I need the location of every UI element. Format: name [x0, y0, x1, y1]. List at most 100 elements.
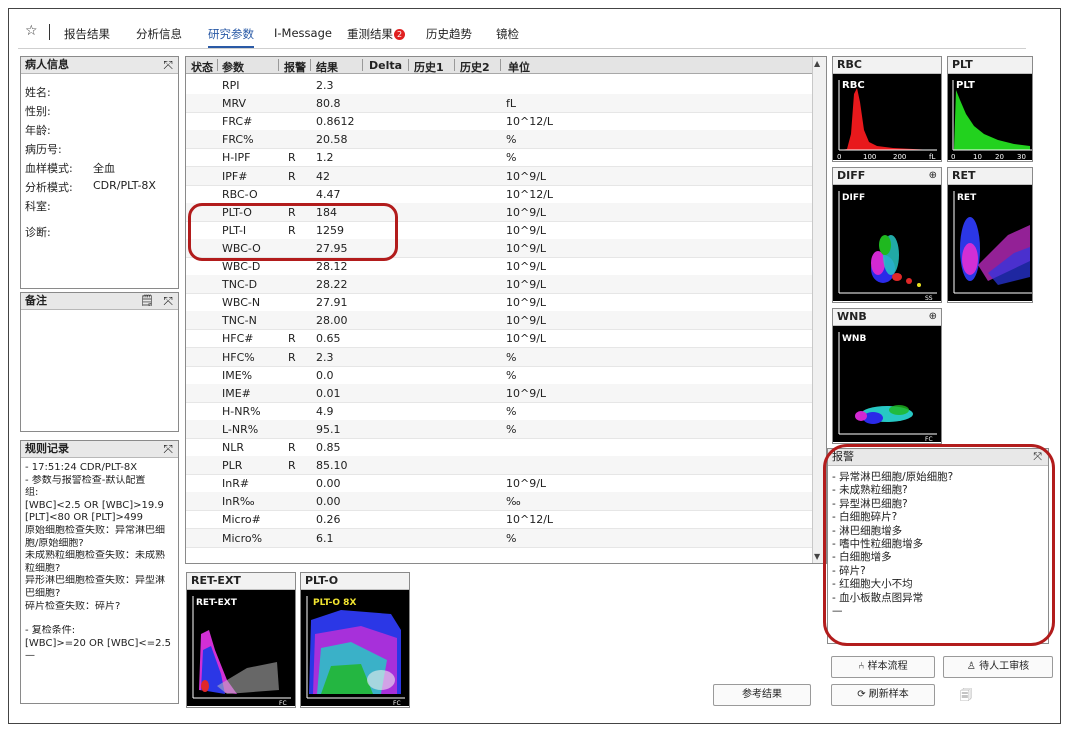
col-delta[interactable]: Delta — [369, 59, 402, 72]
plt-tick: 20 — [995, 153, 1004, 160]
table-row[interactable]: InR‰ 0.00 ‰ — [186, 492, 812, 512]
col-unit[interactable]: 单位 — [508, 59, 530, 75]
sample-flow-button[interactable]: ⑃ 样本流程 — [831, 656, 935, 678]
notes-textarea[interactable] — [21, 310, 178, 431]
rule-line — [25, 613, 174, 625]
rule-line: [WBC]<2.5 OR [WBC]>19.9 — [25, 499, 164, 511]
expand-icon[interactable]: ⤧ — [163, 441, 173, 457]
expand-icon[interactable]: ⤧ — [163, 57, 173, 73]
expand-icon[interactable]: ⤧ — [163, 293, 173, 309]
plt-histogram-panel[interactable]: PLT PLT 0 10 20 30 — [947, 56, 1033, 162]
refresh-sample-button[interactable]: ⟳ 刷新样本 — [831, 684, 935, 706]
table-row[interactable]: Micro% 6.1% — [186, 528, 812, 548]
plt-o-scattergram-panel[interactable]: PLT-O PLT-O 8X FC — [300, 572, 410, 708]
rule-line: 碎片检查失败：碎片? — [25, 600, 121, 612]
col-history1[interactable]: 历史1 — [414, 59, 444, 75]
tab-research-params[interactable]: 研究参数 — [208, 26, 254, 48]
result-cell: 28.22 — [316, 278, 348, 292]
table-row[interactable]: L-NR% 95.1% — [186, 419, 812, 439]
tab-history-trend[interactable]: 历史趋势 — [426, 26, 472, 42]
favorite-star-icon[interactable]: ☆ — [25, 23, 38, 39]
table-row[interactable]: InR# 0.00 10^9/L — [186, 474, 812, 494]
table-row[interactable]: IME% 0.0% — [186, 366, 812, 385]
table-row[interactable]: PLT-I R 1259 10^9/L — [186, 221, 812, 240]
col-result[interactable]: 结果 — [316, 59, 338, 75]
unit-cell: 10^12/L — [506, 187, 554, 201]
rule-line: - 17:51:24 CDR/PLT-8X — [25, 462, 138, 473]
table-row[interactable]: MRV 80.8 fL — [186, 94, 812, 114]
scroll-up-icon[interactable]: ▲ — [814, 59, 820, 68]
rbc-tick: 100 — [863, 153, 876, 160]
table-row[interactable]: TNC-N 28.00 10^9/L — [186, 311, 812, 331]
result-cell: 0.00 — [316, 477, 341, 491]
result-cell: 6.1 — [316, 531, 334, 545]
ret-ext-scattergram-panel[interactable]: RET-EXT RET-EXT FC — [186, 572, 296, 708]
col-history2[interactable]: 历史2 — [460, 59, 490, 75]
field-diagnosis: 诊断: — [25, 224, 51, 240]
clipboard-icon[interactable]: 🗐 — [960, 686, 972, 707]
research-params-table: 状态 参数 报警 结果 Delta 历史1 历史2 单位 RPI 2.3 MRV 80… — [185, 56, 827, 564]
table-row[interactable]: RPI 2.3 — [186, 76, 812, 96]
table-row[interactable]: WBC-D 28.12 10^9/L — [186, 257, 812, 277]
wnb-inner-label: WNB — [842, 334, 866, 344]
wnb-scattergram-panel[interactable]: WNB ⊕ WNB FC — [832, 308, 942, 444]
reference-results-button[interactable]: 参考结果 — [713, 684, 811, 706]
field-analysis-mode: 分析模式: CDR/PLT-8X — [25, 179, 156, 195]
patient-info-header: 病人信息 ⤧ — [21, 57, 178, 74]
patient-info-panel: 病人信息 ⤧ 姓名: 性别: 年龄: 病历号: 血样模式: 全血 分析模式: CDR… — [20, 56, 179, 289]
diff-scattergram-panel[interactable]: DIFF ⊕ DIFF SS — [832, 167, 942, 303]
table-row[interactable]: IPF# R 42 10^9/L — [186, 166, 812, 186]
ret-scattergram-panel[interactable]: RET RET — [947, 167, 1033, 303]
alarm-item: - 淋巴细胞增多 — [832, 524, 903, 537]
table-row[interactable]: FRC# 0.8612 10^12/L — [186, 112, 812, 132]
manual-review-button[interactable]: ♙ 待人工审核 — [943, 656, 1053, 678]
plt-o-axis-label: FC — [393, 700, 401, 706]
table-row[interactable]: PLR R 85.10 — [186, 456, 812, 476]
field-label: 姓名: — [25, 86, 51, 99]
rbc-tick: 200 — [893, 153, 906, 160]
table-row[interactable]: H-NR% 4.9% — [186, 402, 812, 421]
notes-panel: 备注 🗒 ⤧ — [20, 292, 179, 432]
user-icon: ♙ — [966, 661, 980, 672]
param-cell: PLT-O — [222, 205, 252, 219]
table-row[interactable]: HFC% R 2.3% — [186, 347, 812, 367]
col-param[interactable]: 参数 — [222, 59, 244, 75]
unit-cell: 10^9/L — [506, 241, 547, 255]
field-label: 科室: — [25, 200, 51, 213]
table-row[interactable]: TNC-D 28.22 10^9/L — [186, 275, 812, 295]
tab-retest-results[interactable]: 重测结果 2 — [347, 26, 405, 42]
table-row[interactable]: HFC# R 0.65 10^9/L — [186, 329, 812, 349]
result-cell: 85.10 — [316, 459, 348, 473]
ret-scattergram: RET — [948, 185, 1032, 301]
col-status[interactable]: 状态 — [191, 59, 213, 75]
table-row[interactable]: Micro# 0.26 10^12/L — [186, 510, 812, 530]
unit-cell: 10^9/L — [506, 169, 547, 183]
wnb-axis-label: FC — [925, 436, 933, 442]
tab-i-message[interactable]: I-Message — [274, 26, 332, 40]
rbc-histogram-panel[interactable]: RBC RBC 0 100 200 fL — [832, 56, 942, 162]
param-cell: WBC-N — [222, 296, 261, 310]
edit-note-icon[interactable]: 🗒 — [140, 293, 154, 309]
table-row[interactable]: NLR R 0.85 — [186, 438, 812, 458]
zoom-icon[interactable]: ⊕ — [929, 168, 937, 184]
zoom-icon[interactable]: ⊕ — [929, 309, 937, 325]
table-row[interactable]: IME# 0.01 10^9/L — [186, 383, 812, 403]
table-row[interactable]: RBC-O 4.47 10^12/L — [186, 185, 812, 204]
tab-report-results[interactable]: 报告结果 — [64, 26, 110, 42]
table-row[interactable]: WBC-O 27.95 10^9/L — [186, 238, 812, 258]
tab-analysis-info[interactable]: 分析信息 — [136, 26, 182, 42]
table-row[interactable]: PLT-O R 184 10^9/L — [186, 202, 812, 222]
table-row[interactable]: WBC-N 27.91 10^9/L — [186, 293, 812, 313]
col-flag[interactable]: 报警 — [284, 59, 306, 75]
tab-bar: ☆ 报告结果 分析信息 研究参数 I-Message 重测结果 2 历史趋势 镜检 — [18, 18, 1026, 49]
rule-line: 异形淋巴细胞检查失败：异型淋 — [25, 575, 165, 587]
scroll-down-icon[interactable]: ▼ — [814, 552, 820, 561]
ret-ext-axis-label: FC — [279, 700, 287, 706]
result-cell: 80.8 — [316, 97, 341, 111]
expand-icon[interactable]: ⤧ — [1033, 449, 1042, 465]
table-scrollbar[interactable]: ▲ ▼ — [812, 57, 826, 563]
table-row[interactable]: H-IPF R 1.2% — [186, 148, 812, 168]
tab-microscopy[interactable]: 镜检 — [496, 26, 519, 42]
table-row[interactable]: FRC% 20.58% — [186, 130, 812, 150]
wnb-scattergram: WNB FC — [833, 326, 941, 442]
